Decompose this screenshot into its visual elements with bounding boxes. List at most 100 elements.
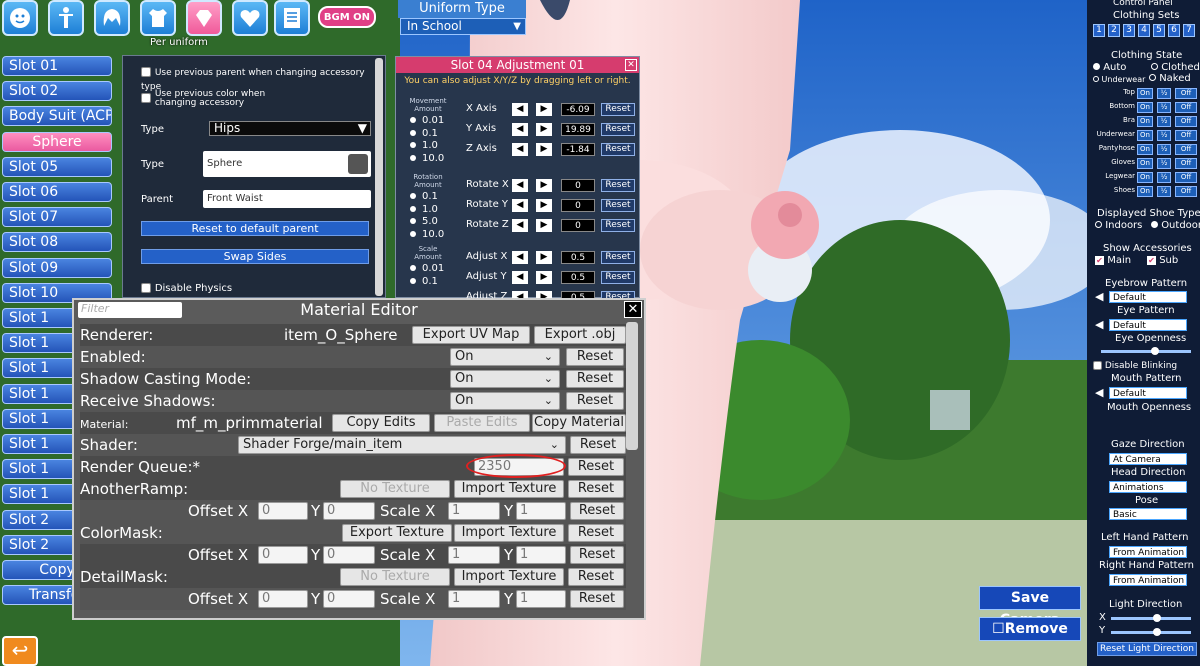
export-uv-map-button[interactable]: Export UV Map (412, 326, 530, 344)
clothing-off-button[interactable]: Off (1175, 102, 1197, 113)
movement-amount-radio[interactable]: 0.1 (410, 128, 438, 139)
slot-item[interactable]: Body Suit (ACP) (2, 106, 112, 127)
rotation-value-input[interactable]: 0 (561, 199, 595, 212)
scale-value-input[interactable]: 0.5 (561, 271, 595, 284)
swap-sides-button[interactable]: Swap Sides (141, 249, 369, 264)
offset-reset-button[interactable]: Reset (570, 546, 624, 564)
texture-reset-button[interactable]: Reset (568, 524, 624, 542)
clothing-off-button[interactable]: Off (1175, 158, 1197, 169)
paste-edits-button[interactable]: Paste Edits (434, 414, 530, 432)
scale-x-input[interactable]: 1 (448, 502, 500, 520)
increment-arrow-icon[interactable]: ▶ (536, 199, 552, 212)
scale-x-input[interactable]: 1 (448, 590, 500, 608)
parent-field[interactable]: Front Waist (203, 190, 371, 208)
clothing-set-button[interactable]: 7 (1183, 24, 1195, 37)
clothing-set-button[interactable]: 3 (1123, 24, 1135, 37)
slot-item[interactable]: Slot 05 (2, 156, 112, 177)
light-x-knob[interactable] (1153, 614, 1161, 622)
clothing-on-button[interactable]: On (1137, 102, 1153, 113)
offset-y-input[interactable]: 0 (323, 546, 375, 564)
import-texture-button[interactable]: Import Texture (454, 568, 564, 586)
rotation-amount-radio[interactable]: 0.1 (410, 191, 438, 202)
eye-prev-icon[interactable]: ◀ (1095, 318, 1103, 331)
movement-amount-radio[interactable]: 0.01 (410, 115, 444, 126)
shader-reset-button[interactable]: Reset (570, 436, 626, 454)
import-texture-button[interactable]: Import Texture (454, 524, 564, 542)
slot-item[interactable]: Slot 08 (2, 232, 112, 253)
export-obj-button[interactable]: Export .obj (534, 326, 626, 344)
filter-input[interactable]: Filter (78, 302, 182, 318)
rotation-value-input[interactable]: 0 (561, 219, 595, 232)
eyebrow-prev-icon[interactable]: ◀ (1095, 290, 1103, 303)
texture-reset-button[interactable]: Reset (568, 480, 624, 498)
clothing-on-button[interactable]: On (1137, 144, 1153, 155)
adjust-reset-button[interactable]: Reset (601, 199, 635, 212)
import-texture-button[interactable]: Import Texture (454, 480, 564, 498)
eyebrow-select[interactable]: Default (1109, 291, 1187, 303)
scale-value-input[interactable]: 0.5 (561, 251, 595, 264)
shadow-casting-reset-button[interactable]: Reset (566, 370, 624, 388)
body-icon[interactable] (48, 0, 84, 36)
clothing-set-button[interactable]: 4 (1138, 24, 1150, 37)
enabled-select[interactable]: On ⌄ (450, 348, 560, 366)
clothing-on-button[interactable]: On (1137, 172, 1153, 183)
clothing-half-button[interactable]: ½ (1157, 144, 1171, 155)
movement-value-input[interactable]: -6.09 (561, 103, 595, 116)
offset-x-input[interactable]: 0 (258, 590, 308, 608)
movement-amount-radio[interactable]: 10.0 (410, 153, 444, 164)
rotation-amount-radio[interactable]: 1.0 (410, 204, 438, 215)
movement-value-input[interactable]: -1.84 (561, 143, 595, 156)
light-y-slider[interactable] (1111, 631, 1191, 634)
gaze-select[interactable]: At Camera (1109, 453, 1187, 465)
mouth-prev-icon[interactable]: ◀ (1095, 386, 1103, 399)
decrement-arrow-icon[interactable]: ◀ (512, 199, 528, 212)
clothing-off-button[interactable]: Off (1175, 172, 1197, 183)
clothing-off-button[interactable]: Off (1175, 116, 1197, 127)
clothing-set-button[interactable]: 5 (1153, 24, 1165, 37)
increment-arrow-icon[interactable]: ▶ (536, 143, 552, 156)
no-texture-button[interactable]: No Texture (340, 568, 450, 586)
reset-parent-button[interactable]: Reset to default parent (141, 221, 369, 236)
decrement-arrow-icon[interactable]: ◀ (512, 251, 528, 264)
clothing-set-button[interactable]: 1 (1093, 24, 1105, 37)
decrement-arrow-icon[interactable]: ◀ (512, 103, 528, 116)
disable-blinking-checkbox[interactable] (1093, 361, 1102, 370)
hair-icon[interactable] (94, 0, 130, 36)
increment-arrow-icon[interactable]: ▶ (536, 219, 552, 232)
enabled-reset-button[interactable]: Reset (566, 348, 624, 366)
mouth-select[interactable]: Default (1109, 387, 1187, 399)
offset-x-input[interactable]: 0 (258, 546, 308, 564)
rotation-amount-radio[interactable]: 10.0 (410, 229, 444, 240)
naked-radio[interactable] (1149, 74, 1156, 81)
clothes-icon[interactable] (140, 0, 176, 36)
clothing-off-button[interactable]: Off (1175, 144, 1197, 155)
accessory-type-select[interactable]: Hips ▼ (209, 121, 371, 136)
shader-select[interactable]: Shader Forge/main_item ⌄ (238, 436, 566, 454)
copy-material-button[interactable]: Copy Material (532, 414, 626, 432)
no-texture-button[interactable]: No Texture (340, 480, 450, 498)
render-queue-reset-button[interactable]: Reset (568, 458, 624, 476)
offset-y-input[interactable]: 0 (323, 502, 375, 520)
offset-y-input[interactable]: 0 (323, 590, 375, 608)
light-y-knob[interactable] (1153, 628, 1161, 636)
remove-camera-button[interactable]: ☐Remove (979, 617, 1081, 641)
face-icon[interactable] (2, 0, 38, 36)
adjust-reset-button[interactable]: Reset (601, 179, 635, 192)
adjust-reset-button[interactable]: Reset (601, 123, 635, 136)
scale-y-input[interactable]: 1 (516, 546, 566, 564)
adjust-reset-button[interactable]: Reset (601, 271, 635, 284)
increment-arrow-icon[interactable]: ▶ (536, 123, 552, 136)
accessory-model-field[interactable]: Sphere (203, 151, 371, 177)
slot-item[interactable]: Slot 09 (2, 257, 112, 278)
shadow-casting-select[interactable]: On ⌄ (450, 370, 560, 388)
decrement-arrow-icon[interactable]: ◀ (512, 143, 528, 156)
movement-amount-radio[interactable]: 1.0 (410, 140, 438, 151)
receive-shadows-select[interactable]: On ⌄ (450, 392, 560, 410)
offset-reset-button[interactable]: Reset (570, 590, 624, 608)
decrement-arrow-icon[interactable]: ◀ (512, 179, 528, 192)
disable-physics-checkbox[interactable] (141, 282, 151, 293)
rotation-value-input[interactable]: 0 (561, 179, 595, 192)
movement-value-input[interactable]: 19.89 (561, 123, 595, 136)
close-adjustment-button[interactable]: ✕ (625, 59, 637, 71)
increment-arrow-icon[interactable]: ▶ (536, 103, 552, 116)
